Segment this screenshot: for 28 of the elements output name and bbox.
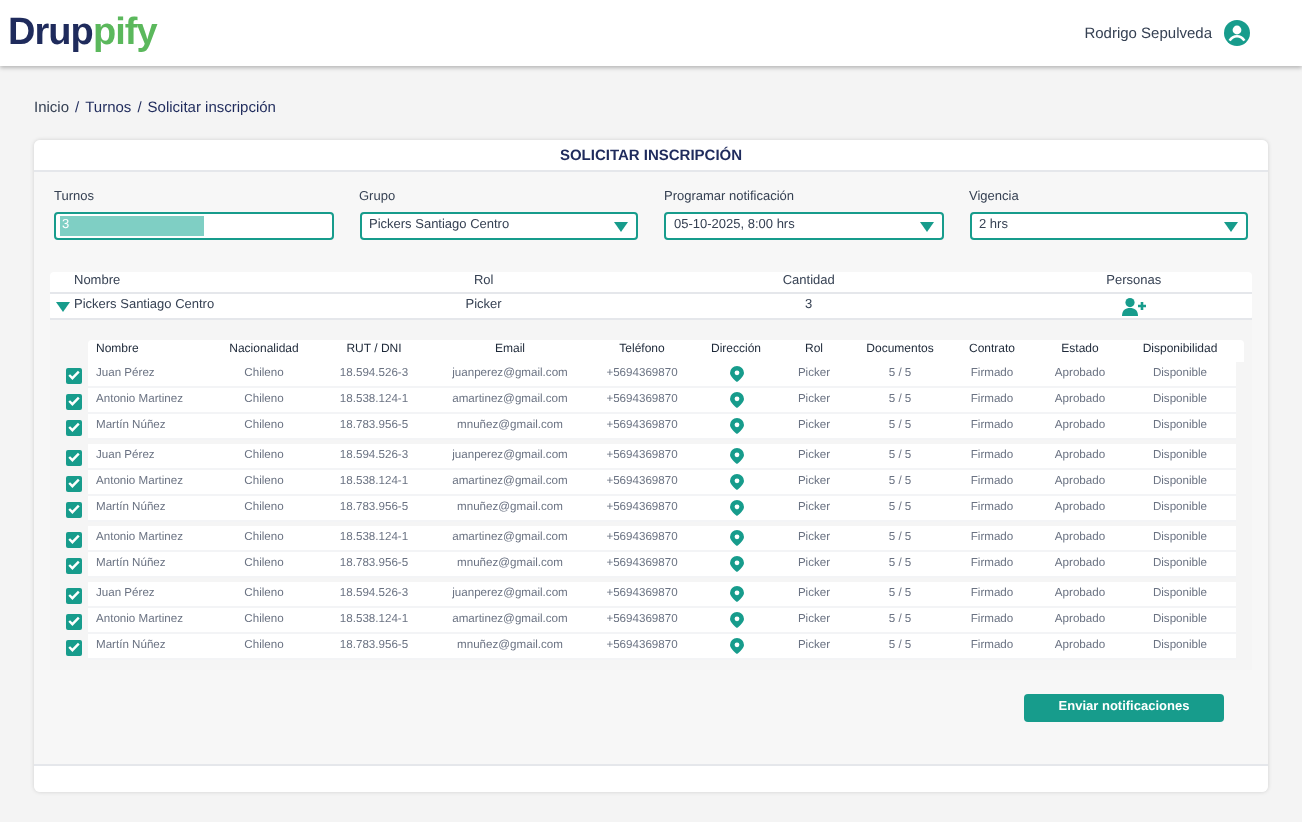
checkbox[interactable] — [65, 557, 81, 573]
add-person-icon[interactable] — [1121, 297, 1146, 315]
checkbox[interactable] — [65, 501, 81, 517]
checkbox[interactable] — [65, 587, 81, 603]
location-pin-icon[interactable] — [729, 612, 743, 628]
logo[interactable]: Druppify — [8, 14, 157, 52]
location-pin-icon[interactable] — [729, 638, 743, 654]
user-icon[interactable] — [1224, 20, 1250, 46]
checkbox[interactable] — [65, 531, 81, 547]
location-pin-icon[interactable] — [729, 418, 743, 434]
location-pin-icon[interactable] — [729, 586, 743, 602]
location-pin-icon[interactable] — [729, 556, 743, 572]
checkbox[interactable] — [65, 449, 81, 465]
location-pin-icon[interactable] — [729, 448, 743, 464]
checkbox[interactable] — [65, 475, 81, 491]
caret-icon — [614, 221, 628, 231]
checkbox[interactable] — [65, 393, 81, 409]
checkbox[interactable] — [65, 639, 81, 655]
checkbox[interactable] — [65, 613, 81, 629]
checkbox[interactable] — [65, 367, 81, 383]
location-pin-icon[interactable] — [729, 392, 743, 408]
location-pin-icon[interactable] — [729, 474, 743, 490]
location-pin-icon[interactable] — [729, 500, 743, 516]
caret-icon — [1224, 221, 1238, 231]
location-pin-icon[interactable] — [729, 366, 743, 382]
caret-icon — [919, 221, 933, 231]
checkbox[interactable] — [65, 419, 81, 435]
location-pin-icon[interactable] — [729, 530, 743, 546]
